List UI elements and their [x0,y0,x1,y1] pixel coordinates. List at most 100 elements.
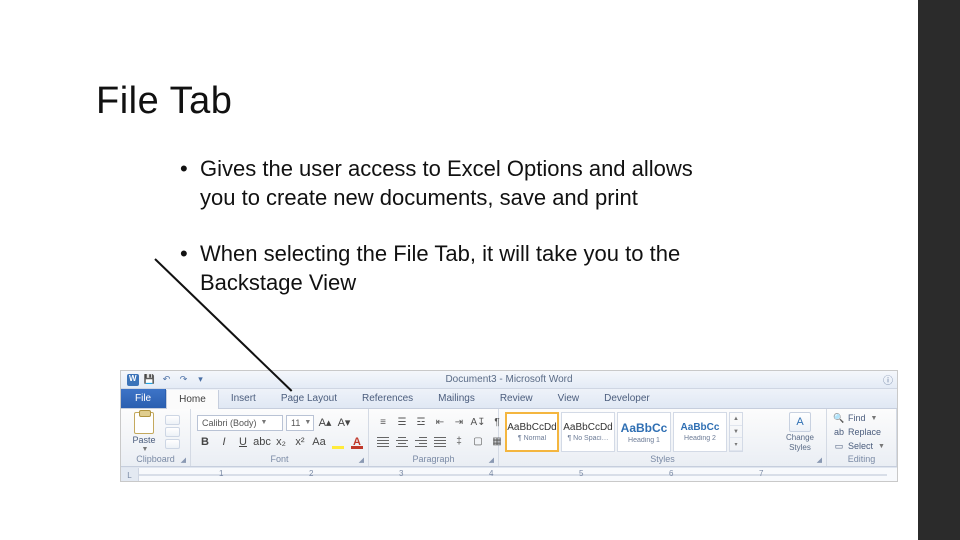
align-center-button[interactable] [394,434,410,450]
group-styles: AaBbCcDd ¶ Normal AaBbCcDd ¶ No Spaci… A… [499,409,827,466]
line-spacing-button[interactable]: ‡ [451,434,467,450]
style-heading-1[interactable]: AaBbCc Heading 1 [617,412,671,452]
font-color-button[interactable]: A [349,434,365,450]
tab-insert[interactable]: Insert [219,389,269,408]
minimize-ribbon-icon[interactable]: ⓘ [883,372,893,387]
align-right-button[interactable] [413,434,429,450]
tab-mailings[interactable]: Mailings [426,389,488,408]
style-heading-2[interactable]: AaBbCc Heading 2 [673,412,727,452]
paste-icon [134,412,154,434]
qat-save-button[interactable]: 💾 [143,373,156,386]
horizontal-ruler: L 1 2 3 4 5 6 7 [121,467,897,481]
chevron-down-icon: ▼ [730,426,742,439]
bullet-item: • When selecting the File Tab, it will t… [180,240,700,297]
bold-button[interactable]: B [197,434,213,450]
format-painter-button[interactable] [165,439,180,449]
grow-font-button[interactable]: A▴ [317,415,333,431]
indent-increase-button[interactable]: ⇥ [451,415,467,431]
group-label-styles: Styles ◢ [505,453,820,466]
shrink-font-button[interactable]: A▾ [336,415,352,431]
sort-button[interactable]: A↧ [470,415,486,431]
tab-file[interactable]: File [121,389,166,408]
change-styles-button[interactable]: A Change Styles [780,412,820,452]
qat-redo-button[interactable]: ↷ [177,373,190,386]
group-label-paragraph: Paragraph ◢ [375,453,492,466]
strikethrough-button[interactable]: abc [254,434,270,450]
ruler-number: 3 [399,469,403,478]
dialog-launcher-icon[interactable]: ◢ [181,456,186,464]
replace-icon: ab [833,426,845,438]
find-button[interactable]: 🔍 Find▼ [833,412,885,424]
tab-references[interactable]: References [350,389,426,408]
highlight-button[interactable] [330,434,346,450]
ribbon-tab-strip: File Home Insert Page Layout References … [121,389,897,409]
change-styles-line1: Change [786,433,814,442]
dialog-launcher-icon[interactable]: ◢ [489,456,494,464]
more-icon: ▾ [730,438,742,451]
numbering-button[interactable]: ☰ [394,415,410,431]
style-no-spacing[interactable]: AaBbCcDd ¶ No Spaci… [561,412,615,452]
qat-customize-button[interactable]: ▾ [194,373,207,386]
group-editing: 🔍 Find▼ ab Replace ▭ Select▼ Editing [827,409,897,466]
shading-button[interactable]: ▢ [470,434,486,450]
select-icon: ▭ [833,440,845,452]
font-name-combo[interactable]: Calibri (Body)▼ [197,415,283,431]
style-normal[interactable]: AaBbCcDd ¶ Normal [505,412,559,452]
tab-home[interactable]: Home [166,390,219,409]
indent-decrease-button[interactable]: ⇤ [432,415,448,431]
copy-button[interactable] [165,427,180,437]
bullet-text: Gives the user access to Excel Options a… [200,155,700,212]
styles-gallery: AaBbCcDd ¶ Normal AaBbCcDd ¶ No Spaci… A… [505,412,776,452]
ruler-number: 4 [489,469,493,478]
chevron-up-icon: ▲ [730,413,742,426]
cut-button[interactable] [165,415,180,425]
word-title-bar: 💾 ↶ ↷ ▾ Document3 - Microsoft Word ⓘ [121,371,897,389]
quick-access-toolbar: 💾 ↶ ↷ ▾ [121,373,213,386]
replace-button[interactable]: ab Replace [833,426,885,438]
group-font: Calibri (Body)▼ 11▼ A▴ A▾ B I U abc x₂ x… [191,409,369,466]
change-styles-icon: A [789,412,811,432]
select-button[interactable]: ▭ Select▼ [833,440,885,452]
paste-button[interactable]: Paste ▼ [127,412,161,453]
bullet-text: When selecting the File Tab, it will tak… [200,240,700,297]
slide-title: File Tab [96,80,232,123]
window-title: Document3 - Microsoft Word [445,374,572,385]
align-left-button[interactable] [375,434,391,450]
superscript-button[interactable]: x² [292,434,308,450]
ruler-ticks: 1 2 3 4 5 6 7 [139,468,887,481]
multilevel-button[interactable]: ☲ [413,415,429,431]
justify-button[interactable] [432,434,448,450]
underline-button[interactable]: U [235,434,251,450]
subscript-button[interactable]: x₂ [273,434,289,450]
group-paragraph: ≡ ☰ ☲ ⇤ ⇥ A↧ ¶ ‡ ▢ [369,409,499,466]
tab-review[interactable]: Review [488,389,546,408]
find-icon: 🔍 [833,412,845,424]
dialog-launcher-icon[interactable]: ◢ [359,456,364,464]
ruler-corner-icon[interactable]: L [121,468,139,481]
ruler-number: 7 [759,469,763,478]
group-label-editing: Editing [833,453,890,466]
word-app-icon [127,374,139,386]
word-ribbon-screenshot: 💾 ↶ ↷ ▾ Document3 - Microsoft Word ⓘ Fil… [120,370,898,482]
paste-label: Paste [132,435,155,445]
bullets-button[interactable]: ≡ [375,415,391,431]
group-label-clipboard: Clipboard ◢ [127,453,184,466]
tab-developer[interactable]: Developer [592,389,663,408]
ruler-number: 5 [579,469,583,478]
ribbon-body: Paste ▼ Clipboard ◢ Calibri [121,409,897,467]
chevron-down-icon: ▼ [142,446,149,453]
tab-page-layout[interactable]: Page Layout [269,389,350,408]
slide-side-accent [918,0,960,540]
styles-gallery-more[interactable]: ▲ ▼ ▾ [729,412,743,452]
ruler-number: 2 [309,469,313,478]
font-size-combo[interactable]: 11▼ [286,415,314,431]
group-label-font: Font ◢ [197,453,362,466]
dialog-launcher-icon[interactable]: ◢ [817,456,822,464]
bullet-list: • Gives the user access to Excel Options… [180,155,700,325]
qat-undo-button[interactable]: ↶ [160,373,173,386]
bullet-dot-icon: • [180,155,192,212]
tab-view[interactable]: View [546,389,593,408]
ruler-number: 6 [669,469,673,478]
italic-button[interactable]: I [216,434,232,450]
text-effects-button[interactable]: Aa [311,434,327,450]
